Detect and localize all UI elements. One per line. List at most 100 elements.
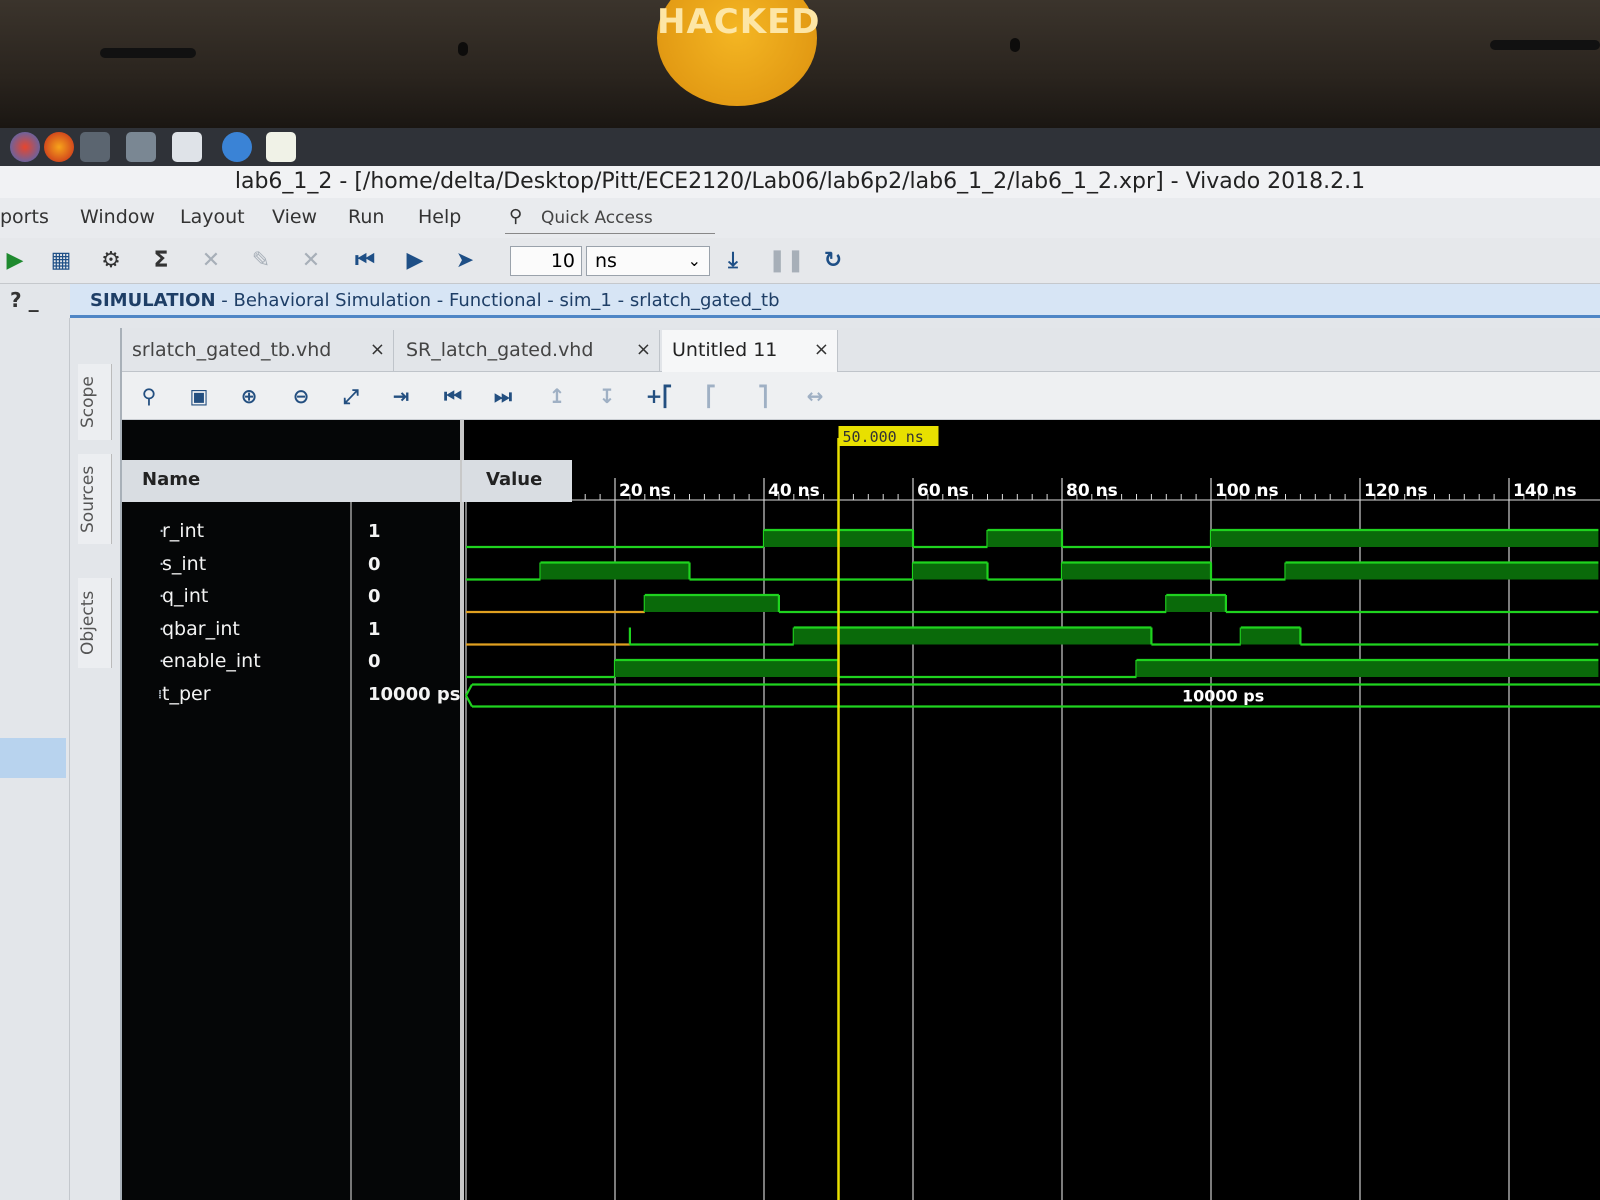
quick-access-input[interactable]: Quick Access — [541, 208, 653, 228]
disabled-tool-icon[interactable]: ✕ — [296, 246, 326, 276]
tab-untitled-11[interactable]: Untitled 11 × — [662, 330, 838, 372]
left-rail — [0, 318, 70, 1200]
signal-value: 10000 ps — [368, 683, 461, 705]
signal-name[interactable]: q_int — [162, 585, 208, 607]
add-marker-icon[interactable]: +⎡ — [644, 381, 674, 411]
tab-objects[interactable]: Objects — [78, 578, 112, 668]
waveform-high-fill — [1136, 660, 1599, 677]
signal-value: 0 — [368, 651, 381, 672]
compile-icon[interactable]: ▦ — [46, 246, 76, 276]
app-icon[interactable] — [222, 132, 252, 162]
go-to-end-icon[interactable]: ⏭ — [488, 381, 518, 411]
go-to-cursor-icon[interactable]: ⇥ — [386, 381, 416, 411]
chevron-down-icon: ⌄ — [687, 251, 701, 270]
pause-icon[interactable]: ❚❚ — [768, 246, 805, 276]
disabled-tool-icon[interactable]: ✕ — [196, 246, 226, 276]
tab-label: SR_latch_gated.vhd — [406, 339, 594, 361]
run-icon[interactable]: ▶ — [0, 246, 30, 276]
waveform-viewer[interactable]: 0 ns20 ns40 ns60 ns80 ns100 ns120 ns140 … — [122, 420, 1600, 1200]
run-time-unit: ns — [595, 250, 617, 272]
cursor-time-label: 50.000 ns — [843, 428, 924, 446]
menu-help[interactable]: Help — [418, 206, 461, 228]
selected-panel-strip — [0, 738, 66, 778]
value-header: Value — [486, 469, 543, 490]
simulation-banner: ? _ SIMULATION - Behavioral Simulation -… — [0, 284, 1600, 318]
waveform-high-fill — [913, 562, 988, 580]
waveform-high-fill — [1211, 530, 1599, 547]
time-tick-label: 140 ns — [1513, 481, 1577, 501]
firefox-icon[interactable] — [44, 132, 74, 162]
column-divider — [350, 502, 352, 1200]
bezel-vent — [100, 48, 196, 58]
settings-gear-icon[interactable]: ⚙ — [96, 246, 126, 276]
drive-icon[interactable] — [126, 132, 156, 162]
restart-icon[interactable]: ⏮ — [350, 246, 380, 276]
zoom-in-icon[interactable]: ⊕ — [234, 381, 264, 411]
signal-name[interactable]: s_int — [162, 553, 206, 575]
menu-view[interactable]: View — [272, 206, 317, 228]
signal-value: 0 — [368, 586, 381, 607]
waveform-high-fill — [987, 530, 1062, 547]
tab-sources[interactable]: Sources — [78, 454, 112, 544]
next-transition-icon[interactable]: ↧ — [592, 381, 622, 411]
tab-sr-latch-gated[interactable]: SR_latch_gated.vhd × — [396, 330, 660, 372]
signal-name[interactable]: r_int — [162, 520, 204, 542]
menu-run[interactable]: Run — [348, 206, 384, 228]
tab-srlatch-gated-tb[interactable]: srlatch_gated_tb.vhd × — [122, 330, 394, 372]
waveform-high-fill — [1062, 562, 1211, 580]
step-icon[interactable]: ⤓ — [718, 246, 748, 276]
hacked-sticker: HACKED — [657, 0, 820, 106]
previous-transition-icon[interactable]: ↥ — [542, 381, 572, 411]
tab-scope[interactable]: Scope — [78, 364, 112, 440]
close-icon[interactable]: × — [370, 330, 385, 370]
signal-name[interactable]: enable_int — [162, 650, 261, 672]
run-for-icon[interactable]: ➤ — [450, 246, 480, 276]
bus-waveform — [465, 683, 1600, 708]
screen: lab6_1_2 - [/home/delta/Desktop/Pitt/ECE… — [0, 128, 1600, 1200]
value-column-header: Value — [462, 460, 572, 502]
go-to-start-icon[interactable]: ⏮ — [438, 381, 468, 411]
close-icon[interactable]: × — [636, 330, 651, 370]
previous-marker-icon[interactable]: ⎡ — [696, 381, 726, 411]
waveform-canvas[interactable]: 0 ns20 ns40 ns60 ns80 ns100 ns120 ns140 … — [122, 420, 1600, 1200]
search-icon: ⚲ — [509, 206, 523, 227]
menu-reports[interactable]: ports — [0, 206, 49, 228]
menu-window[interactable]: Window — [80, 206, 155, 228]
vivado-icon[interactable] — [266, 132, 296, 162]
disabled-tool-icon[interactable]: ✎ — [246, 246, 276, 276]
run-time-unit-select[interactable]: ns ⌄ — [586, 246, 710, 276]
simulation-prefix: SIMULATION — [90, 290, 216, 311]
menu-layout[interactable]: Layout — [180, 206, 245, 228]
waveform-high-fill — [1166, 595, 1226, 612]
editor-area: srlatch_gated_tb.vhd × SR_latch_gated.vh… — [120, 328, 1600, 1200]
next-marker-icon[interactable]: ⎤ — [748, 381, 778, 411]
close-icon[interactable]: × — [814, 330, 829, 370]
name-column-header: Name — [122, 460, 460, 502]
signal-value: 1 — [368, 618, 381, 640]
vivado-hls-icon[interactable] — [172, 132, 202, 162]
sigma-icon[interactable]: Σ — [146, 246, 176, 276]
panel-controls[interactable]: ? _ — [0, 284, 70, 318]
run-all-icon[interactable]: ▶ — [400, 246, 430, 276]
zoom-out-icon[interactable]: ⊖ — [286, 381, 316, 411]
signal-value: 1 — [368, 521, 381, 542]
bus-value-label: 10000 ps — [1182, 687, 1264, 706]
chrome-icon[interactable] — [10, 132, 40, 162]
swap-cursors-icon[interactable]: ↔ — [800, 381, 830, 411]
name-header: Name — [142, 469, 201, 490]
simulation-title: SIMULATION - Behavioral Simulation - Fun… — [90, 290, 780, 311]
terminal-icon[interactable] — [80, 132, 110, 162]
search-icon[interactable]: ⚲ — [134, 381, 164, 411]
run-time-input[interactable]: 10 — [510, 246, 582, 276]
quick-access[interactable]: ⚲ Quick Access — [505, 202, 715, 234]
save-icon[interactable]: ▣ — [184, 381, 214, 411]
tab-label: srlatch_gated_tb.vhd — [132, 339, 332, 361]
signal-name[interactable]: t_per — [162, 683, 211, 705]
relaunch-icon[interactable]: ↻ — [818, 246, 848, 276]
signal-name[interactable]: qbar_int — [162, 618, 240, 640]
time-tick-label: 120 ns — [1364, 481, 1428, 501]
zoom-fit-icon[interactable]: ⤢ — [336, 381, 366, 411]
time-tick-label: 100 ns — [1215, 481, 1279, 501]
menu-bar: ports Window Layout View Run Help ⚲ Quic… — [0, 198, 1600, 238]
signal-value: 0 — [368, 553, 381, 575]
